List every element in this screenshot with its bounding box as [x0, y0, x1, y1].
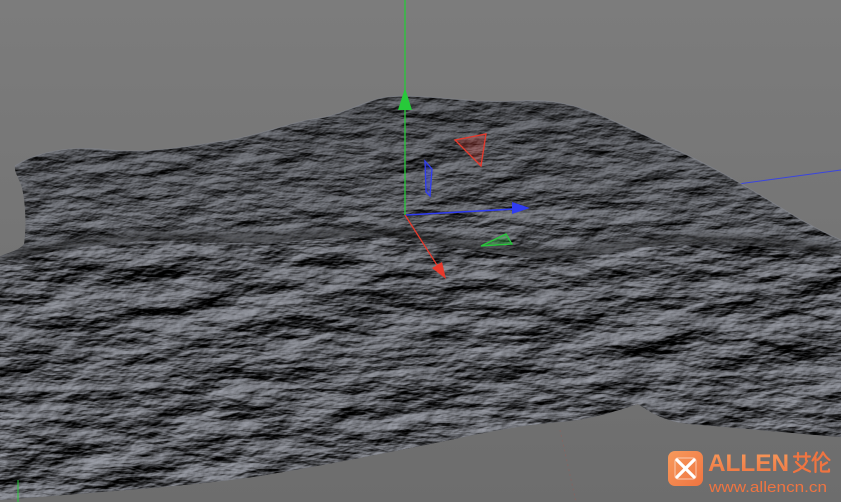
watermark-url: www.allencn.cn: [708, 479, 827, 496]
watermark-brand: ALLEN: [708, 450, 789, 477]
viewport-canvas[interactable]: ALLEN www.allencn.cn: [0, 0, 841, 502]
watermark-logo-icon: [668, 451, 703, 486]
watermark-url-text: www.allencn.cn: [708, 479, 827, 496]
3d-viewport[interactable]: ALLEN www.allencn.cn: [0, 0, 841, 502]
